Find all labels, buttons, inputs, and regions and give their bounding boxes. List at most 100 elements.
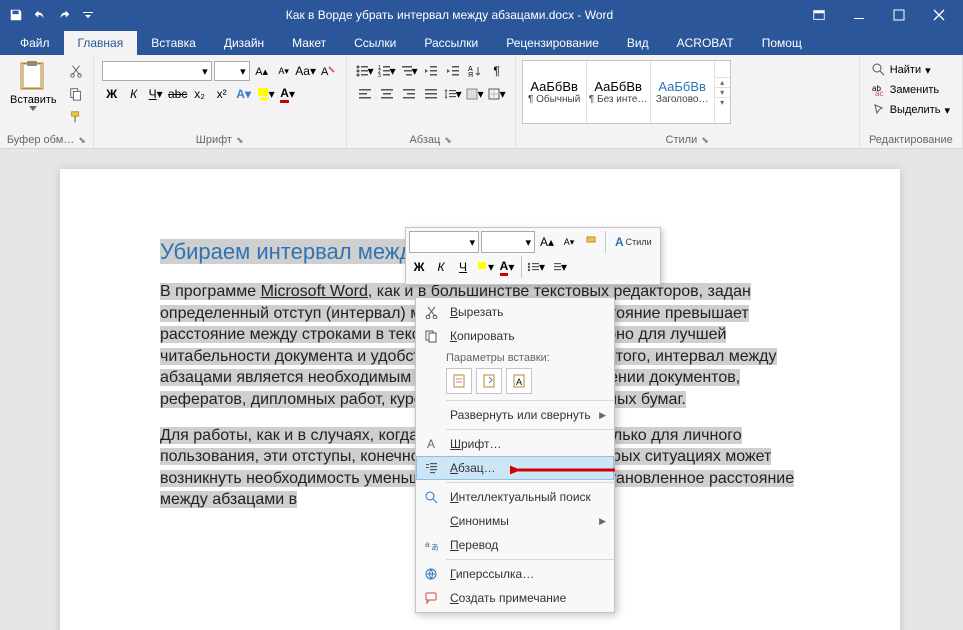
ctx-font[interactable]: A Шрифт… [416,432,614,456]
ctx-translate[interactable]: aあ Перевод [416,533,614,557]
show-marks-icon[interactable]: ¶ [487,61,507,81]
style-normal[interactable]: АаБбВв¶ Обычный [523,61,587,123]
clear-formatting-icon[interactable]: A [318,61,338,81]
change-case-icon[interactable]: Aa▾ [296,61,316,81]
styles-expand[interactable]: ▴▾▾ [715,77,730,107]
ctx-expand-collapse[interactable]: Развернуть или свернуть ▶ [416,403,614,427]
paste-keep-source-icon[interactable] [446,368,472,394]
align-right-icon[interactable] [399,84,419,104]
font-icon: A [420,437,442,451]
style-no-spacing[interactable]: АаБбВв¶ Без инте… [587,61,651,123]
bold-icon[interactable]: Ж [102,84,122,104]
undo-icon[interactable] [28,3,52,27]
increase-indent-icon[interactable] [443,61,463,81]
grow-font-icon[interactable]: A▴ [252,61,272,81]
ribbon: Вставить Буфер обм…⬊ ▾ ▾ A▴ A▾ Aa▾ A Ж [0,55,963,149]
sort-icon[interactable]: AЯ [465,61,485,81]
shading-icon[interactable]: ▾ [465,84,485,104]
font-color-icon[interactable]: A▾ [278,84,298,104]
tab-references[interactable]: Ссылки [340,31,410,55]
tab-insert[interactable]: Вставка [137,31,210,55]
ctx-cut[interactable]: ВВырезатьырезать [416,300,614,324]
styles-gallery[interactable]: АаБбВв¶ Обычный АаБбВв¶ Без инте… АаБбВв… [522,60,731,124]
tab-review[interactable]: Рецензирование [492,31,613,55]
mini-bold-icon[interactable]: Ж [409,256,429,278]
tab-home[interactable]: Главная [64,31,138,55]
mini-underline-icon[interactable]: Ч [453,256,473,278]
text-effects-icon[interactable]: A▾ [234,84,254,104]
link-ms-word[interactable]: Microsoft Word [261,283,368,300]
mini-bullets-icon[interactable]: ▾ [526,256,546,278]
highlight-icon[interactable]: ▾ [256,84,276,104]
window-title: Как в Ворде убрать интервал между абзаца… [100,8,799,22]
clipboard-dialog-launcher-icon[interactable]: ⬊ [78,135,86,146]
styles-dialog-launcher-icon[interactable]: ⬊ [701,135,709,146]
superscript-icon[interactable]: x² [212,84,232,104]
mini-italic-icon[interactable]: К [431,256,451,278]
borders-icon[interactable]: ▾ [487,84,507,104]
minimize-icon[interactable] [839,0,879,29]
align-left-icon[interactable] [355,84,375,104]
italic-icon[interactable]: К [124,84,144,104]
multilevel-list-icon[interactable]: ▾ [399,61,419,81]
line-spacing-icon[interactable]: ▾ [443,84,463,104]
cut-icon[interactable] [66,61,86,81]
mini-grow-font-icon[interactable]: A▴ [537,231,557,253]
strikethrough-icon[interactable]: abc [168,84,188,104]
window-controls [799,0,959,29]
ctx-paragraph[interactable]: Абзац… [416,456,614,480]
font-name-combo[interactable]: ▾ [102,61,212,81]
mini-numbering-icon[interactable]: ▾ [548,256,568,278]
mini-font-color-icon[interactable]: A▾ [497,256,517,278]
align-center-icon[interactable] [377,84,397,104]
font-size-combo[interactable]: ▾ [214,61,250,81]
save-icon[interactable] [4,3,28,27]
tab-view[interactable]: Вид [613,31,663,55]
align-justify-icon[interactable] [421,84,441,104]
mini-font-combo[interactable]: ▾ [409,231,479,253]
decrease-indent-icon[interactable] [421,61,441,81]
mini-styles-button[interactable]: AСтили [610,231,657,253]
paste-merge-icon[interactable] [476,368,502,394]
copy-icon[interactable] [66,84,86,104]
paragraph-dialog-launcher-icon[interactable]: ⬊ [444,135,452,146]
numbering-icon[interactable]: 123▾ [377,61,397,81]
mini-shrink-font-icon[interactable]: A▾ [559,231,579,253]
maximize-icon[interactable] [879,0,919,29]
mini-format-painter-icon[interactable] [581,231,601,253]
tab-acrobat[interactable]: ACROBAT [663,31,748,55]
bullets-icon[interactable]: ▾ [355,61,375,81]
comment-icon [420,591,442,605]
svg-text:a: a [425,540,430,549]
tab-design[interactable]: Дизайн [210,31,278,55]
select-button[interactable]: Выделить ▾ [870,101,952,119]
font-dialog-launcher-icon[interactable]: ⬊ [236,135,244,146]
ctx-synonyms[interactable]: Синонимы ▶ [416,509,614,533]
qat-customize-icon[interactable] [76,3,100,27]
paste-label: Вставить [10,94,57,106]
paste-button[interactable]: Вставить [4,58,63,132]
replace-button[interactable]: abacЗаменить [870,81,952,99]
ctx-smart-lookup[interactable]: Интеллектуальный поиск [416,485,614,509]
svg-text:A: A [321,66,329,78]
tab-layout[interactable]: Макет [278,31,340,55]
find-button[interactable]: Найти ▾ [870,61,952,79]
tab-file[interactable]: Файл [6,31,64,55]
tab-help[interactable]: Помощ [748,31,816,55]
ctx-new-comment[interactable]: Создать примечание [416,586,614,610]
shrink-font-icon[interactable]: A▾ [274,61,294,81]
paste-text-only-icon[interactable]: A [506,368,532,394]
redo-icon[interactable] [52,3,76,27]
subscript-icon[interactable]: x₂ [190,84,210,104]
mini-size-combo[interactable]: ▾ [481,231,535,253]
tab-mailings[interactable]: Рассылки [410,31,492,55]
underline-icon[interactable]: Ч▾ [146,84,166,104]
close-icon[interactable] [919,0,959,29]
format-painter-icon[interactable] [66,107,86,127]
mini-highlight-icon[interactable]: ▾ [475,256,495,278]
ribbon-display-options-icon[interactable] [799,0,839,29]
style-heading1[interactable]: АаБбВвЗаголово… [651,61,715,123]
ctx-hyperlink[interactable]: Гиперссылка… [416,562,614,586]
ctx-copy[interactable]: Копировать [416,324,614,348]
paragraph-icon [420,461,442,475]
